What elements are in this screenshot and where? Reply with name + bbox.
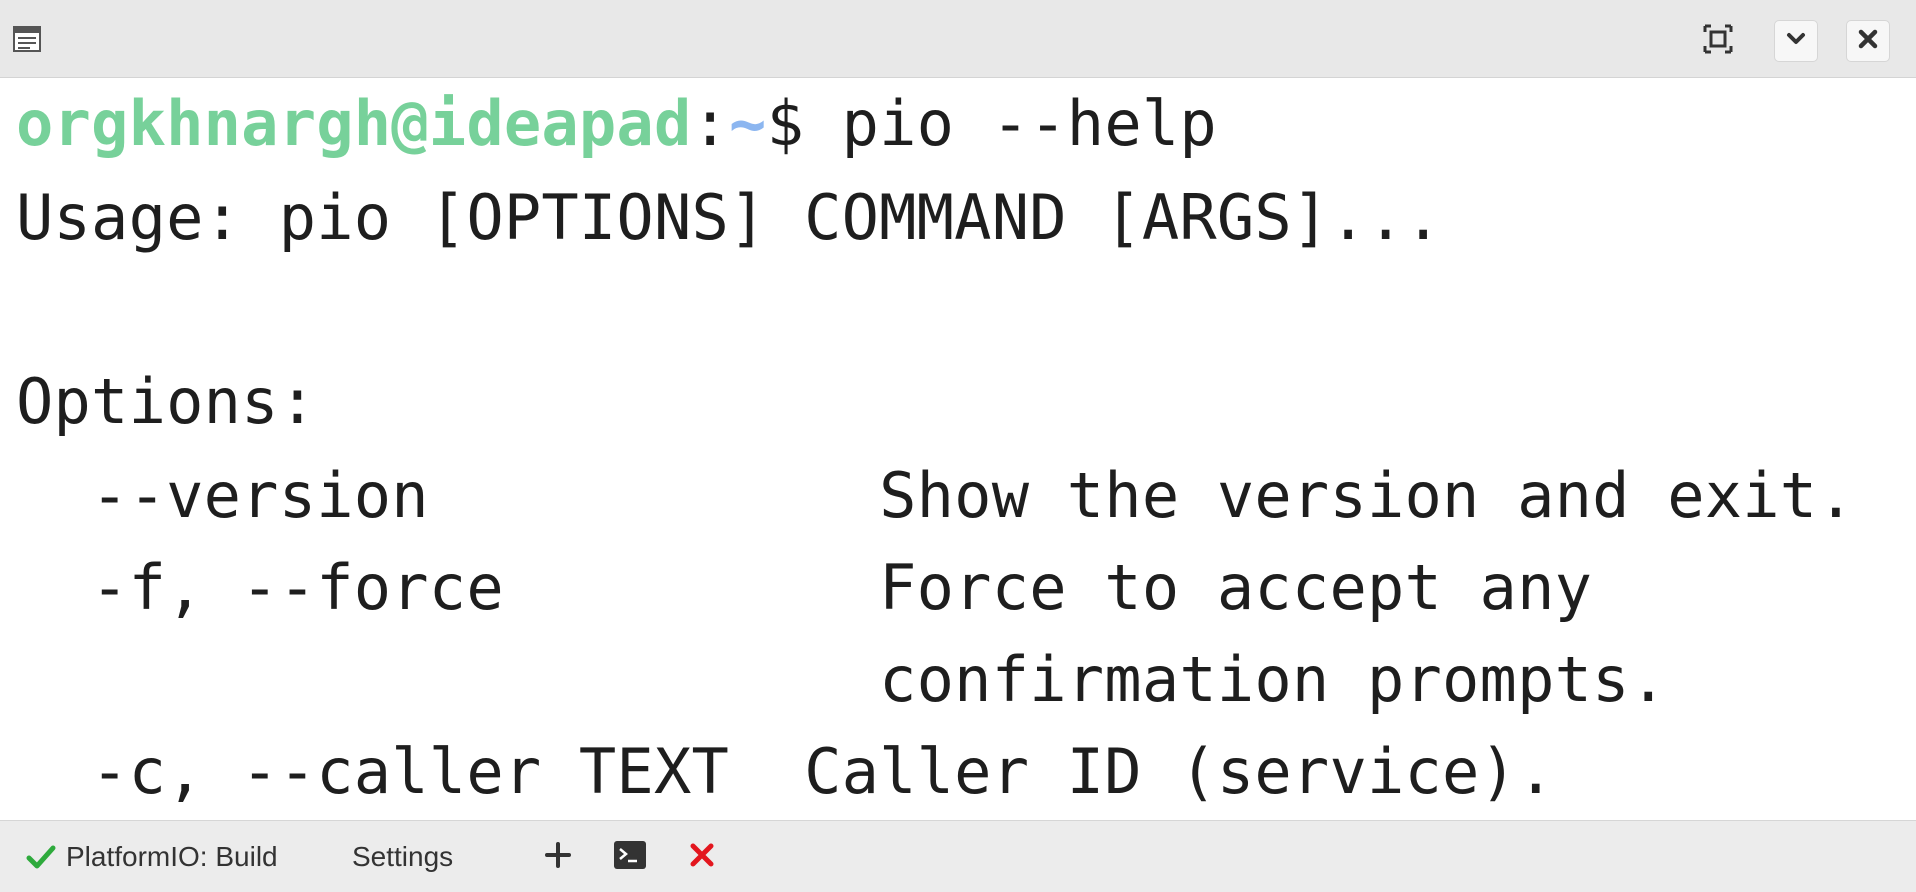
output-line: -f, --force Force to accept any [16, 551, 1593, 624]
platformio-build-button[interactable]: PlatformIO: Build [26, 821, 278, 892]
chevron-down-icon [1784, 27, 1808, 56]
prompt-command: pio --help [841, 87, 1217, 160]
status-bar: PlatformIO: Build Settings [0, 820, 1916, 892]
output-line: --version Show the version and exit. [16, 459, 1855, 532]
terminal-output[interactable]: orgkhnargh@ideapad:~$ pio --help Usage: … [0, 78, 1916, 820]
menu-icon[interactable] [12, 24, 42, 54]
minimize-button[interactable] [1774, 20, 1818, 62]
terminal-button[interactable] [612, 839, 648, 875]
output-line: -c, --caller TEXT Caller ID (service). [16, 735, 1555, 808]
output-line: Options: [16, 365, 317, 438]
kill-terminal-button[interactable] [684, 839, 720, 875]
kill-terminal-icon [688, 841, 716, 874]
prompt-dollar: $ [766, 87, 842, 160]
maximize-button[interactable] [1696, 20, 1740, 62]
check-icon [26, 844, 56, 870]
output-line: Usage: pio [OPTIONS] COMMAND [ARGS]... [16, 181, 1443, 254]
prompt-colon: : [691, 87, 730, 160]
terminal-icon [613, 840, 647, 875]
new-terminal-button[interactable] [540, 839, 576, 875]
settings-label: Settings [352, 841, 454, 872]
build-label: PlatformIO: Build [66, 841, 278, 872]
settings-button[interactable]: Settings [352, 821, 453, 892]
title-bar [0, 0, 1916, 78]
close-button[interactable] [1846, 20, 1890, 62]
prompt-path: ~ [729, 87, 767, 160]
terminal-window: orgkhnargh@ideapad:~$ pio --help Usage: … [0, 0, 1916, 892]
output-line: confirmation prompts. [16, 643, 1668, 716]
close-icon [1856, 27, 1880, 56]
prompt-user-host: orgkhnargh@ideapad [16, 87, 692, 160]
prompt-line: orgkhnargh@ideapad:~$ pio --help [16, 88, 1217, 160]
maximize-icon [1702, 23, 1734, 60]
plus-icon [544, 841, 572, 874]
